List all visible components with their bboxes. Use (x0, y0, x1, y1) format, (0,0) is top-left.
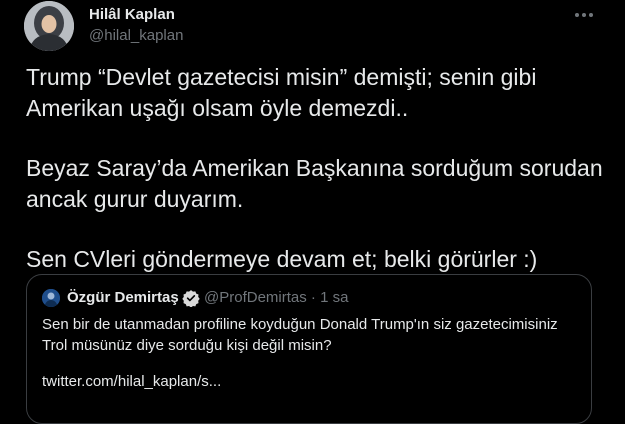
tweet-text-line: Trump “Devlet gazetecisi misin” demişti;… (26, 64, 537, 90)
quoted-text-line: Trol müsünüz diye sorduğu kişi değil mis… (42, 337, 332, 354)
author-name[interactable]: Hilâl Kaplan (89, 6, 175, 23)
more-horizontal-icon[interactable] (570, 4, 598, 26)
quoted-author-name[interactable]: Özgür Demirtaş (67, 289, 179, 306)
author-avatar[interactable] (24, 1, 74, 51)
tweet-text: Trump “Devlet gazetecisi misin” demişti;… (26, 62, 616, 275)
quoted-author-avatar[interactable] (42, 289, 60, 307)
quoted-author-handle[interactable]: @ProfDemirtas · 1 sa (204, 289, 348, 306)
tweet-text-line: Amerikan uşağı olsam öyle demezdi.. (26, 95, 409, 121)
quoted-tweet-link[interactable]: twitter.com/hilal_kaplan/s... (42, 373, 221, 390)
tweet-text-line: Beyaz Saray’da Amerikan Başkanına sorduğ… (26, 155, 603, 181)
tweet-text-line: ancak gurur duyarım. (26, 186, 244, 212)
tweet: Hilâl Kaplan @hilal_kaplan Trump “Devlet… (0, 0, 625, 424)
quoted-tweet-text: Sen bir de utanmadan profiline koyduğun … (42, 314, 582, 356)
verified-badge-icon (182, 289, 200, 308)
quoted-text-line: Sen bir de utanmadan profiline koyduğun … (42, 316, 558, 333)
tweet-text-line: Sen CVleri göndermeye devam et; belki gö… (26, 246, 538, 272)
author-handle[interactable]: @hilal_kaplan (89, 27, 183, 44)
